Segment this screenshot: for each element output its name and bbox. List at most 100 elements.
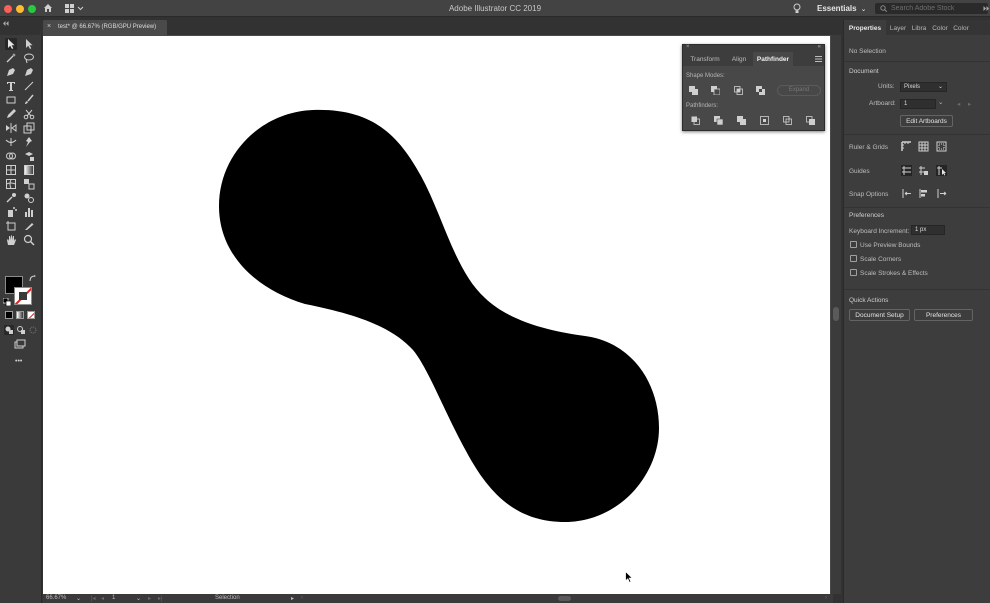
lightbulb-icon[interactable] [793,3,801,14]
transparency-grid-icon[interactable] [936,141,947,152]
grid-icon[interactable] [918,141,929,152]
scale-strokes-effects-checkbox[interactable] [850,269,857,276]
zoom-tool[interactable] [23,234,35,246]
scroll-left-icon[interactable]: ‹ [301,595,303,601]
perspective-grid-tool[interactable] [5,164,17,176]
scissors-tool[interactable] [23,108,35,120]
type-tool[interactable] [5,80,17,92]
preferences-button[interactable]: Preferences [914,309,973,321]
draw-behind-button[interactable] [16,325,26,335]
zoom-dropdown-chevron-icon[interactable]: ⌄ [76,595,81,602]
use-preview-bounds-checkbox[interactable] [850,241,857,248]
crop-icon[interactable] [760,116,769,125]
line-tool[interactable] [23,80,35,92]
gradient-mode-button[interactable] [16,311,24,319]
minus-front-icon[interactable] [711,86,720,95]
artboard-field[interactable]: 1 [900,99,936,109]
selection-tool[interactable] [5,38,17,50]
color-mode-button[interactable] [5,311,13,319]
artboard-tool[interactable] [5,220,17,232]
tab-layers[interactable]: Layer [888,20,908,35]
vertical-scrollbar[interactable] [831,35,841,594]
stock-search[interactable] [875,3,988,14]
live-paint-tool[interactable] [23,150,35,162]
zoom-level[interactable]: 66.67% [46,595,66,601]
next-artboard-arrow-icon[interactable]: ▸ [968,100,971,108]
exclude-icon[interactable] [756,86,765,95]
document-tab[interactable]: × test* @ 66.67% (RGB/GPU Preview) [43,20,167,35]
snap-to-pixel-icon[interactable] [918,188,929,199]
smart-guides-icon[interactable] [936,165,947,176]
curvature-tool[interactable] [23,66,35,78]
eyedropper-tool[interactable] [5,192,17,204]
shape-tool-alt[interactable] [23,178,35,190]
unite-icon[interactable] [689,86,698,95]
edit-artboards-button[interactable]: Edit Artboards [900,115,953,127]
draw-normal-button[interactable] [4,325,14,335]
mesh-tool[interactable] [5,178,17,190]
first-artboard-icon[interactable]: |◂ [91,595,96,602]
ruler-icon[interactable] [901,141,912,152]
snap-to-grid-icon[interactable] [936,188,947,199]
scrollbar-thumb[interactable] [833,307,839,321]
tab-properties[interactable]: Properties [844,20,886,35]
close-tab-icon[interactable]: × [47,23,51,30]
status-menu-arrow-icon[interactable]: ▸ [291,595,294,602]
trim-icon[interactable] [714,116,723,125]
default-colors-icon[interactable] [3,298,11,306]
minus-back-icon[interactable] [806,116,815,125]
scroll-right-icon[interactable]: › [825,595,827,601]
shape-builder-tool[interactable] [5,150,17,162]
tab-color-guide[interactable]: Color [951,20,971,35]
last-artboard-icon[interactable]: ▸| [158,595,163,602]
tab-pathfinder[interactable]: Pathfinder [753,52,793,66]
tab-transform[interactable]: Transform [685,52,725,66]
edit-toolbar-button[interactable]: ••• [15,358,22,365]
slice-tool[interactable] [23,220,35,232]
swap-colors-icon[interactable] [29,275,36,282]
draw-inside-button[interactable] [28,325,38,335]
tab-color[interactable]: Color [930,20,950,35]
keyboard-increment-field[interactable]: 1 px [911,225,945,235]
search-input[interactable] [891,3,986,14]
gradient-tool[interactable] [23,164,35,176]
graph-tool[interactable] [23,206,35,218]
outline-icon[interactable] [783,116,792,125]
blend-tool[interactable] [23,192,35,204]
hand-tool[interactable] [5,234,17,246]
blob-shape[interactable] [219,109,659,522]
document-setup-button[interactable]: Document Setup [849,309,910,321]
reflect-tool[interactable] [5,122,17,134]
symbol-sprayer-tool[interactable] [5,206,17,218]
pencil-tool[interactable] [5,108,17,120]
horizontal-scrollbar-thumb[interactable] [558,596,571,601]
rectangle-tool[interactable] [5,94,17,106]
artboard-dropdown-icon[interactable]: ⌄ [938,98,943,106]
artboard-number[interactable]: 1 [112,595,115,601]
lasso-tool[interactable] [23,52,35,64]
workspace-dropdown[interactable]: Essentials ⌄ [817,4,866,13]
panel-close-icon[interactable]: × [686,44,690,50]
width-tool[interactable] [5,136,17,148]
collapse-panels-icon[interactable] [983,6,989,11]
magic-wand-tool[interactable] [5,52,17,64]
scale-tool[interactable] [23,122,35,134]
paintbrush-tool[interactable] [23,94,35,106]
divide-icon[interactable] [691,116,700,125]
merge-icon[interactable] [737,116,746,125]
units-dropdown[interactable]: Pixels ⌄ [900,82,947,92]
tab-libraries[interactable]: Libra [909,20,929,35]
pen-tool[interactable] [5,66,17,78]
stroke-color-swatch[interactable] [14,287,32,305]
scale-corners-checkbox[interactable] [850,255,857,262]
panel-title-strip[interactable]: × « [683,44,824,52]
collapse-toolbar-icon[interactable] [3,21,9,26]
tab-align[interactable]: Align [727,52,751,66]
puppet-warp-tool[interactable] [23,136,35,148]
next-artboard-icon[interactable]: ▸ [148,595,151,602]
show-guides-icon[interactable] [901,165,912,176]
intersect-icon[interactable] [734,86,743,95]
screen-mode-button[interactable] [14,339,26,351]
snap-to-point-icon[interactable] [901,188,912,199]
lock-guides-icon[interactable] [918,165,929,176]
